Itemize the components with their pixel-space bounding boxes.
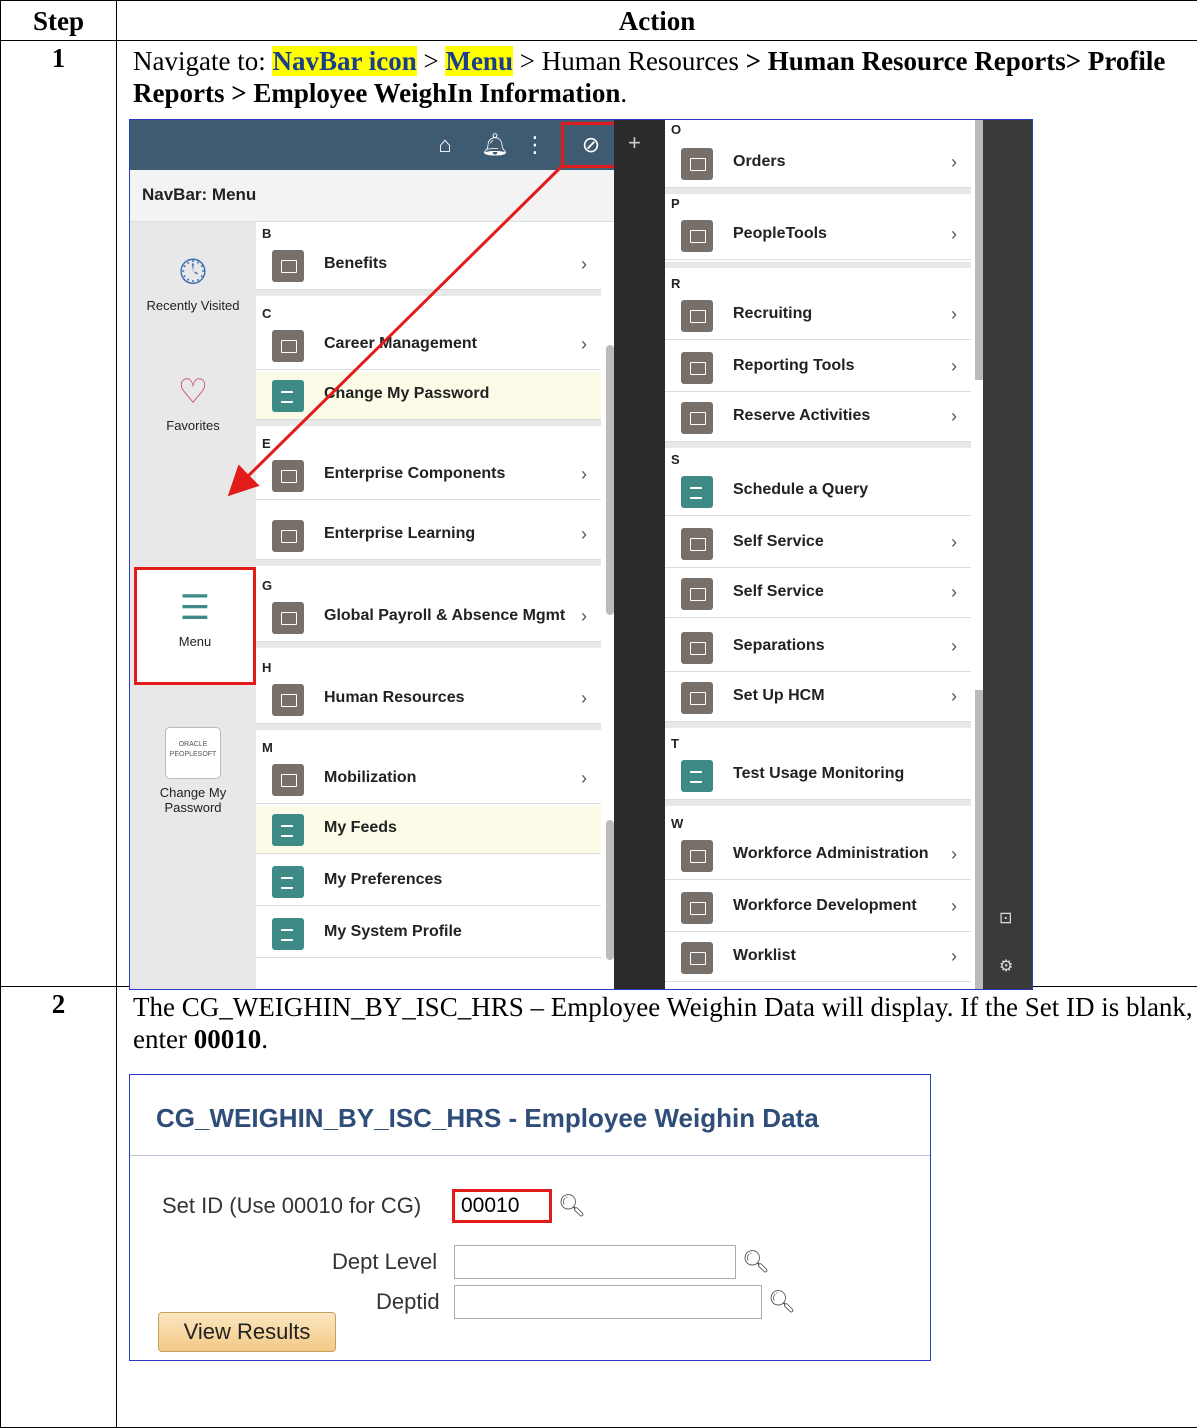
dept-level-label: Dept Level bbox=[332, 1249, 438, 1274]
view-results-button[interactable]: View Results bbox=[158, 1312, 336, 1352]
step-number: 2 bbox=[0, 986, 117, 1428]
step-text: > bbox=[416, 46, 446, 76]
page-title: CG_WEIGHIN_BY_ISC_HRS - Employee Weighin… bbox=[156, 1103, 819, 1133]
step-text: Navigate to: bbox=[133, 46, 273, 76]
deptid-label: Deptid bbox=[376, 1289, 440, 1314]
setid-label: Set ID (Use 00010 for CG) bbox=[162, 1193, 422, 1218]
lookup-icon[interactable]: 🔍︎ bbox=[558, 1193, 586, 1219]
setid-input[interactable] bbox=[452, 1189, 552, 1223]
header-step: Step bbox=[0, 0, 117, 41]
step-text: The CG_WEIGHIN_BY_ISC_HRS – Employee Wei… bbox=[133, 992, 1193, 1054]
weighin-screenshot: CG_WEIGHIN_BY_ISC_HRS - Employee Weighin… bbox=[129, 1074, 931, 1361]
lookup-icon[interactable]: 🔍︎ bbox=[768, 1289, 796, 1315]
step-value: 00010 bbox=[193, 1024, 262, 1054]
step-text: . bbox=[261, 1024, 268, 1054]
step-text: . bbox=[620, 78, 628, 108]
annotation-arrow bbox=[227, 164, 564, 497]
lookup-icon[interactable]: 🔍︎ bbox=[742, 1249, 770, 1275]
highlight-navbar-icon: NavBar icon bbox=[272, 46, 417, 76]
step-number: 1 bbox=[0, 40, 117, 987]
deptid-input[interactable] bbox=[454, 1285, 762, 1319]
step-text: > Human Resources bbox=[512, 46, 746, 76]
navbar-screenshot: ⌂ 🔔︎ ⋮ ⊘ NavBar: Menu ⚙ 🕓︎ Recently Visi… bbox=[129, 119, 1033, 990]
dept-level-input[interactable] bbox=[454, 1245, 736, 1279]
header-action: Action bbox=[116, 0, 1197, 41]
highlight-menu: Menu bbox=[445, 46, 513, 76]
